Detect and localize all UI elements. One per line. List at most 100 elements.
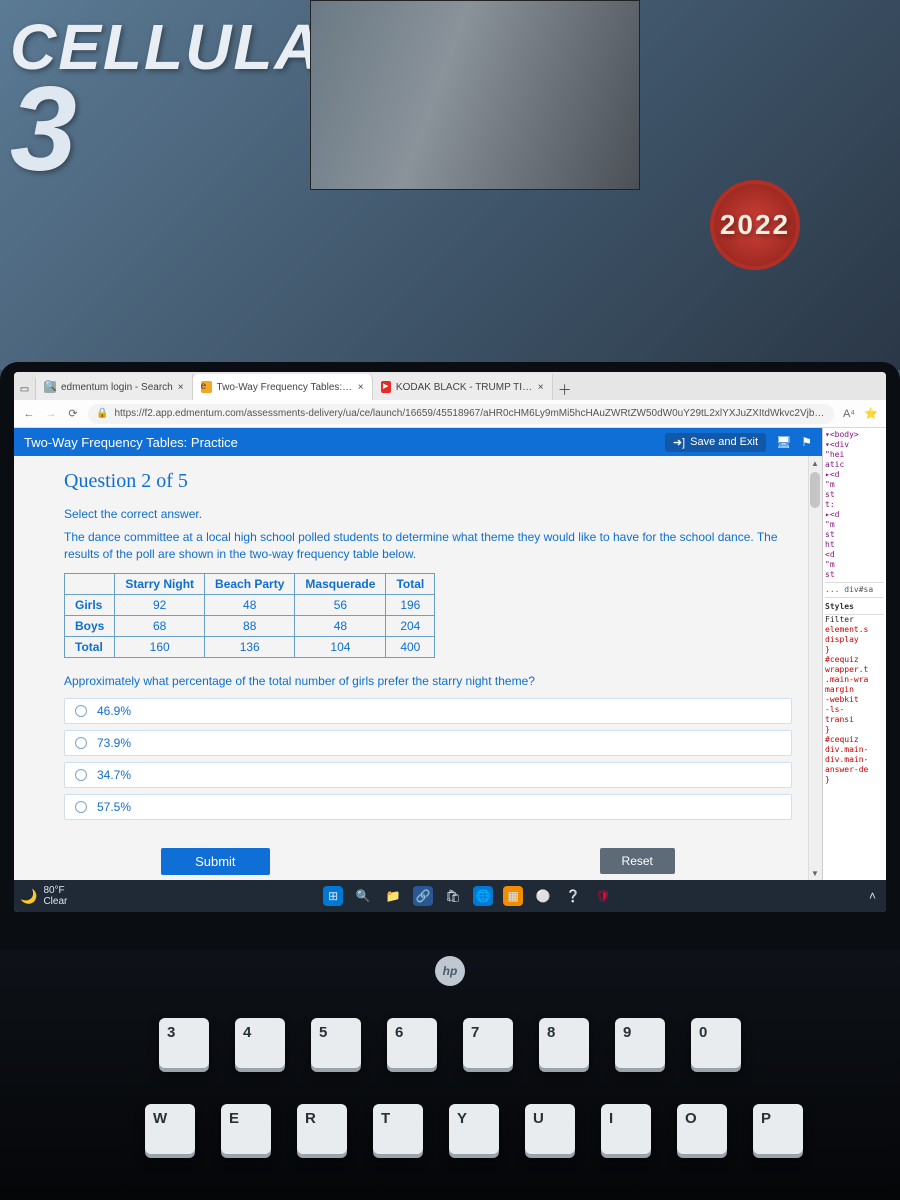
keyboard-key: R [297, 1104, 347, 1154]
dom-node[interactable]: "m [825, 560, 884, 570]
css-rule[interactable]: } [825, 775, 884, 785]
read-aloud-icon[interactable]: A⁴ [842, 408, 856, 420]
url-field[interactable]: 🔒 https://f2.app.edmentum.com/assessment… [88, 404, 834, 424]
keyboard-key: 8 [539, 1018, 589, 1068]
keyboard-key: 9 [615, 1018, 665, 1068]
css-rule[interactable]: } [825, 645, 884, 655]
scrollbar[interactable]: ▲ ▼ [808, 456, 822, 880]
table-row: Girls 92 48 56 196 [65, 594, 435, 615]
dom-node[interactable]: atic [825, 460, 884, 470]
dom-node[interactable]: t: [825, 500, 884, 510]
dom-node[interactable]: "m [825, 480, 884, 490]
question-instruction: Select the correct answer. [64, 507, 792, 521]
css-rule[interactable]: -ls- [825, 705, 884, 715]
css-rule[interactable]: } [825, 725, 884, 735]
scroll-thumb[interactable] [810, 472, 820, 508]
keyboard-key: 7 [463, 1018, 513, 1068]
dom-node[interactable]: st [825, 530, 884, 540]
scroll-up-icon[interactable]: ▲ [808, 456, 822, 470]
youtube-icon: ▶ [381, 381, 391, 393]
css-rule[interactable]: element.s [825, 625, 884, 635]
close-icon[interactable]: × [178, 382, 184, 393]
scroll-down-icon[interactable]: ▼ [808, 866, 822, 880]
radio-icon [75, 705, 87, 717]
computer-icon[interactable]: 🖥 [776, 435, 791, 449]
keyboard-key: 3 [159, 1018, 209, 1068]
css-rule[interactable]: display [825, 635, 884, 645]
laptop-frame: ▭ 🔍 edmentum login - Search × e Two-Way … [0, 362, 900, 1200]
answer-option[interactable]: 46.9% [64, 698, 792, 724]
edge-icon[interactable]: 🌐 [473, 886, 493, 906]
radio-icon [75, 801, 87, 813]
dom-node[interactable]: st [825, 570, 884, 580]
css-rule[interactable]: #cequiz [825, 735, 884, 745]
answer-option[interactable]: 34.7% [64, 762, 792, 788]
page-title: Two-Way Frequency Tables: Practice [24, 435, 238, 450]
wall-poster: CELLULAR 3 2022 [0, 0, 900, 370]
back-icon[interactable]: ← [22, 408, 36, 420]
search-icon[interactable]: 🔍 [353, 886, 373, 906]
submit-button[interactable]: Submit [161, 848, 269, 875]
radio-icon [75, 737, 87, 749]
close-icon[interactable]: × [538, 382, 544, 393]
css-rule[interactable]: div.main- [825, 745, 884, 755]
css-rule[interactable]: -webkit [825, 695, 884, 705]
dom-node[interactable]: <d [825, 550, 884, 560]
favorite-icon[interactable]: ⭐ [864, 407, 878, 420]
store-icon[interactable]: 🛍 [443, 886, 463, 906]
forward-icon[interactable]: → [44, 408, 58, 420]
assessment-banner: Two-Way Frequency Tables: Practice ➜] Sa… [14, 428, 822, 456]
start-icon[interactable]: ⊞ [323, 886, 343, 906]
css-rule[interactable]: transi [825, 715, 884, 725]
app-icon[interactable]: ▦ [503, 886, 523, 906]
dom-node[interactable]: "m [825, 520, 884, 530]
reset-button[interactable]: Reset [600, 848, 675, 874]
laptop-deck: hp 34567890 WERTYUIOP [0, 950, 900, 1200]
shield-icon[interactable]: 🛡 [593, 886, 613, 906]
radio-icon [75, 769, 87, 781]
css-rule[interactable]: .main-wra [825, 675, 884, 685]
help-icon[interactable]: ❔ [563, 886, 583, 906]
norton-icon[interactable]: ⚪ [533, 886, 553, 906]
tab-youtube[interactable]: ▶ KODAK BLACK - TRUMP TIES (FU × [373, 374, 553, 400]
keyboard-key: T [373, 1104, 423, 1154]
link-icon[interactable]: 🔗 [413, 886, 433, 906]
explorer-icon[interactable]: 📁 [383, 886, 403, 906]
keyboard-key: P [753, 1104, 803, 1154]
devtools-panel[interactable]: ▾<body> ▾<div "hei atic ▸<d "m st t: ▸<d… [822, 428, 886, 880]
css-rule[interactable]: margin [825, 685, 884, 695]
question-title: Question 2 of 5 [64, 470, 792, 493]
keyboard-key: 5 [311, 1018, 361, 1068]
close-icon[interactable]: × [358, 382, 364, 393]
dom-node[interactable]: ▸<d [825, 510, 884, 520]
css-rule[interactable]: answer-de [825, 765, 884, 775]
dom-node[interactable]: st [825, 490, 884, 500]
picture-in-picture [310, 0, 640, 190]
dom-node[interactable]: ▾<div [825, 440, 884, 450]
weather-widget[interactable]: 🌙 80°F Clear [20, 885, 67, 907]
refresh-icon[interactable]: ⟳ [66, 407, 80, 420]
dom-node[interactable]: ht [825, 540, 884, 550]
dom-node[interactable]: "hei [825, 450, 884, 460]
tab-actions-icon[interactable]: ▭ [14, 378, 36, 400]
flag-icon[interactable]: ⚑ [801, 435, 812, 449]
keyboard-key: E [221, 1104, 271, 1154]
tab-search[interactable]: 🔍 edmentum login - Search × [36, 374, 193, 400]
save-exit-button[interactable]: ➜] Save and Exit [665, 433, 766, 452]
css-rule[interactable]: div.main- [825, 755, 884, 765]
exit-icon: ➜] [673, 436, 685, 449]
styles-filter[interactable]: Filter [825, 615, 884, 625]
answer-option[interactable]: 57.5% [64, 794, 792, 820]
dom-node[interactable]: ▾<body> [825, 430, 884, 440]
css-rule[interactable]: #cequiz [825, 655, 884, 665]
css-rule[interactable]: wrapper.t [825, 665, 884, 675]
keyboard-key: 0 [691, 1018, 741, 1068]
dom-node[interactable]: ▸<d [825, 470, 884, 480]
keyboard-key: 4 [235, 1018, 285, 1068]
new-tab-button[interactable]: ＋ [553, 380, 577, 400]
page-content: Two-Way Frequency Tables: Practice ➜] Sa… [14, 428, 822, 880]
system-tray-chevron[interactable]: ˄ [869, 889, 880, 903]
tab-edmentum[interactable]: e Two-Way Frequency Tables: Prac × [193, 374, 373, 400]
answer-option[interactable]: 73.9% [64, 730, 792, 756]
keyboard-key: 6 [387, 1018, 437, 1068]
